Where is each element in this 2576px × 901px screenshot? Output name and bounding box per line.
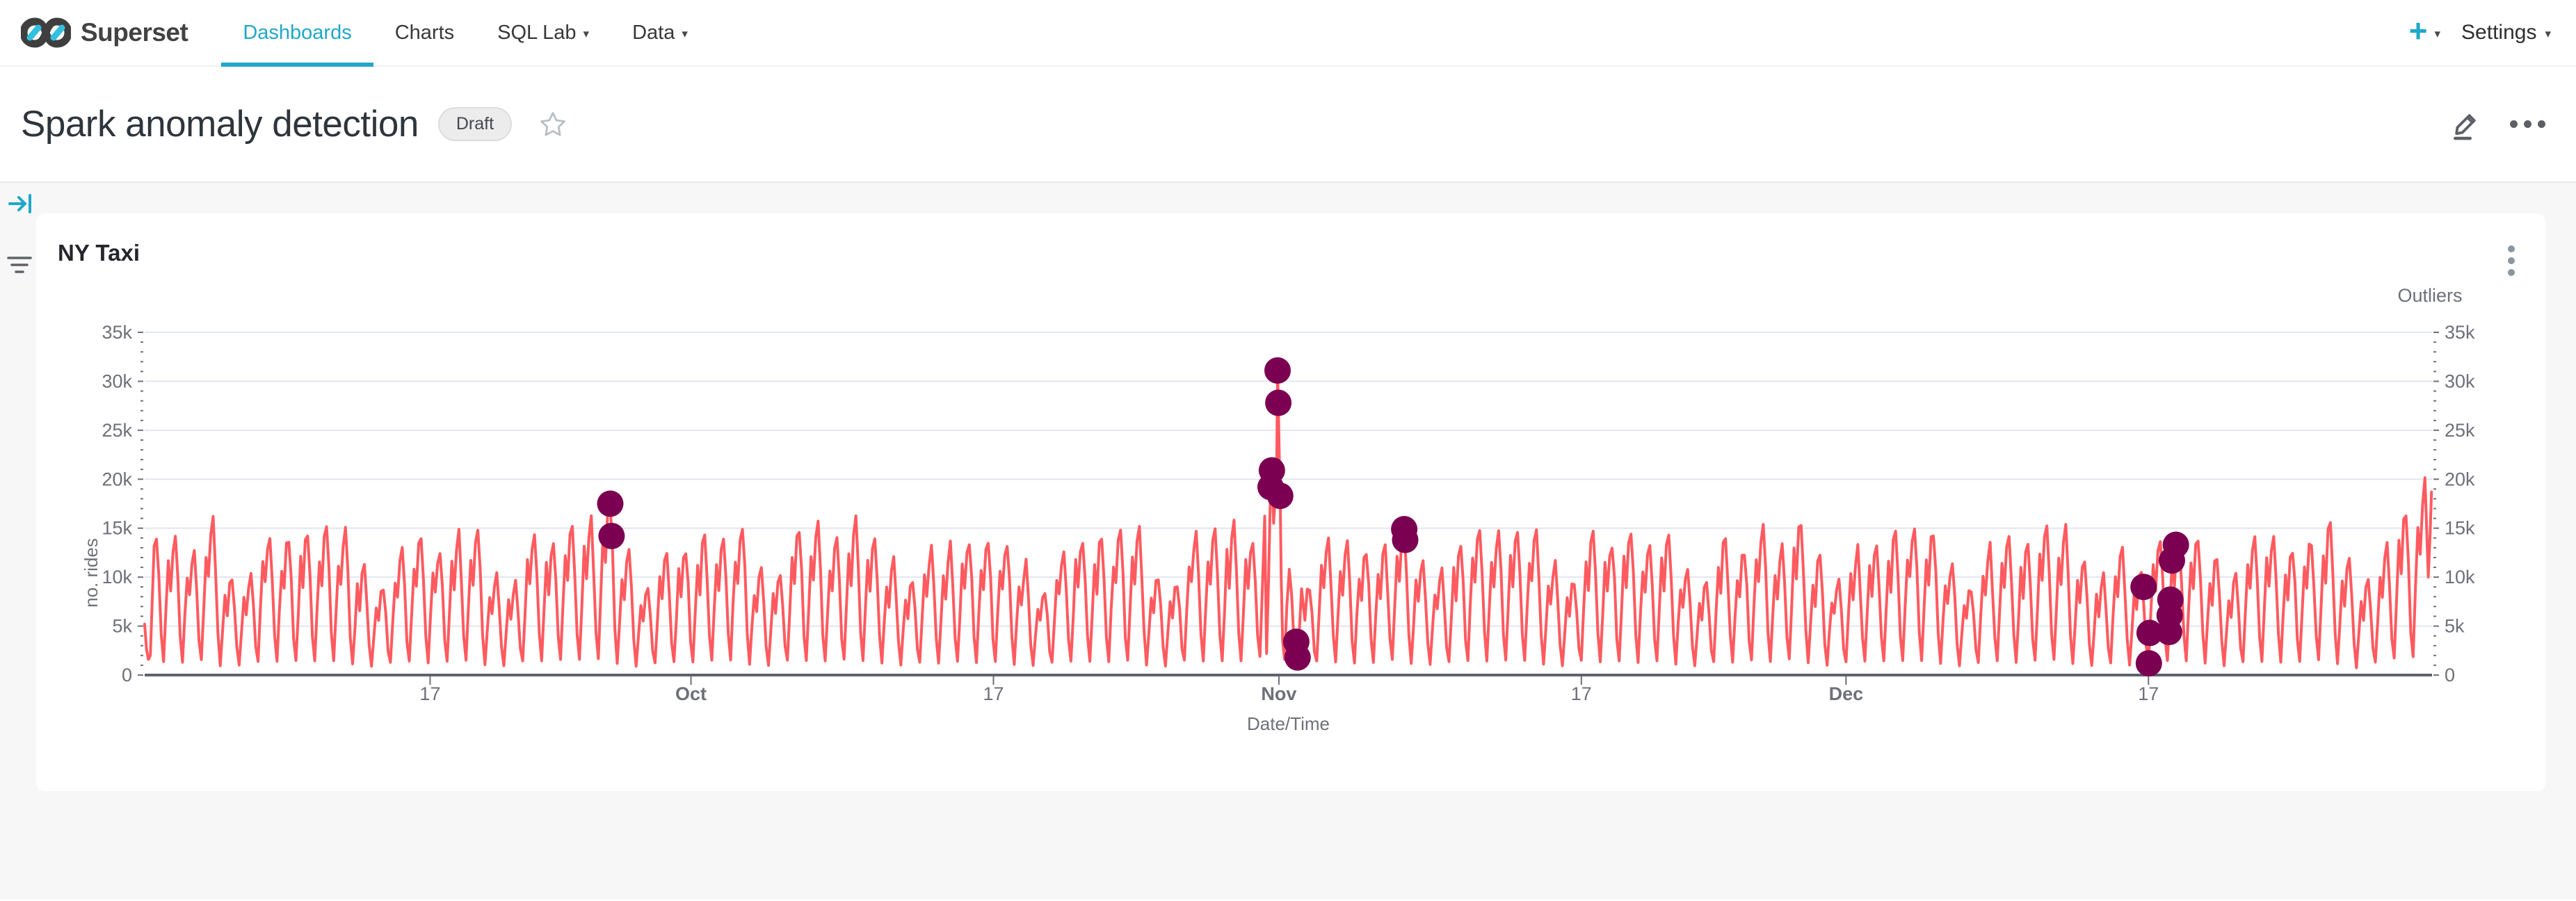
chevron-down-icon: ▾ <box>2545 27 2551 41</box>
svg-text:15k: 15k <box>102 518 132 539</box>
chevron-down-icon: ▾ <box>682 27 688 41</box>
outlier-point[interactable] <box>2130 574 2157 600</box>
svg-text:17: 17 <box>983 683 1004 704</box>
nav-item-label: Charts <box>395 22 454 44</box>
favorite-star-button[interactable] <box>538 110 567 139</box>
svg-text:17: 17 <box>1571 683 1592 704</box>
svg-text:17: 17 <box>2138 683 2159 704</box>
pencil-icon <box>2447 106 2484 143</box>
dashboard-header: Spark anomaly detection Draft <box>0 67 2576 183</box>
chart-title: NY Taxi <box>58 240 140 266</box>
plus-icon: + <box>2409 15 2428 47</box>
outlier-point[interactable] <box>1264 357 1291 384</box>
svg-text:30k: 30k <box>102 371 132 391</box>
nav-item-data[interactable]: Data ▾ <box>611 0 709 65</box>
svg-text:Outliers: Outliers <box>2397 285 2462 306</box>
brand-name: Superset <box>81 18 188 47</box>
ellipsis-dot <box>2524 120 2531 128</box>
chevron-down-icon: ▾ <box>583 27 590 41</box>
svg-text:5k: 5k <box>2445 616 2465 637</box>
new-item-button[interactable]: + ▾ <box>2409 17 2440 49</box>
nav-item-dashboards[interactable]: Dashboards <box>221 0 373 65</box>
settings-menu[interactable]: Settings ▾ <box>2453 21 2559 44</box>
kebab-dot <box>2508 245 2515 252</box>
svg-text:10k: 10k <box>2445 567 2475 587</box>
svg-text:Dec: Dec <box>1829 683 1864 704</box>
svg-text:20k: 20k <box>102 469 132 489</box>
svg-text:0: 0 <box>122 665 132 685</box>
ellipsis-dot <box>2510 120 2518 128</box>
chart-card-ny-taxi: NY Taxi 0 0 5k 5k 10k 10k 15k 15k 20k 20k 25k 25k 30… <box>36 213 2545 791</box>
outlier-point[interactable] <box>2157 587 2184 613</box>
outlier-point[interactable] <box>1265 389 1291 416</box>
outlier-point[interactable] <box>2136 650 2162 676</box>
nav-item-label: SQL Lab <box>497 22 576 44</box>
filter-lines-icon <box>4 251 35 279</box>
header-actions <box>2447 106 2576 143</box>
outlier-point[interactable] <box>597 491 623 517</box>
outlier-point[interactable] <box>2163 532 2189 558</box>
ellipsis-dot <box>2538 120 2545 128</box>
svg-text:20k: 20k <box>2445 469 2475 489</box>
outlier-point[interactable] <box>1259 457 1285 484</box>
svg-text:15k: 15k <box>2445 518 2475 539</box>
draft-badge: Draft <box>438 107 512 141</box>
page-title: Spark anomaly detection <box>21 103 419 145</box>
superset-infinity-icon <box>21 16 71 49</box>
svg-text:Oct: Oct <box>675 683 707 704</box>
nav-item-charts[interactable]: Charts <box>373 0 476 65</box>
arrow-to-right-icon <box>7 190 35 218</box>
svg-text:Date/Time: Date/Time <box>1247 713 1330 734</box>
dashboard-body: NY Taxi 0 0 5k 5k 10k 10k 15k 15k 20k 20k 25k 25k 30… <box>0 183 2576 900</box>
svg-text:35k: 35k <box>102 322 132 343</box>
svg-text:25k: 25k <box>102 420 132 441</box>
svg-text:17: 17 <box>419 683 440 704</box>
outlier-point[interactable] <box>1392 527 1418 553</box>
nav-item-label: Dashboards <box>243 22 351 44</box>
superset-logo[interactable]: Superset <box>0 0 221 65</box>
svg-text:Nov: Nov <box>1261 683 1296 704</box>
settings-label: Settings <box>2461 21 2536 44</box>
chart-card-header: NY Taxi <box>36 213 2545 274</box>
svg-text:no. rides: no. rides <box>81 538 102 608</box>
outlier-point[interactable] <box>598 523 625 549</box>
kebab-dot <box>2508 257 2515 264</box>
chevron-down-icon: ▾ <box>2435 27 2441 41</box>
outlier-point[interactable] <box>1285 644 1311 671</box>
top-navbar: Superset Dashboards Charts SQL Lab ▾ Dat… <box>0 0 2576 67</box>
superset-app: Superset Dashboards Charts SQL Lab ▾ Dat… <box>0 0 2576 901</box>
svg-text:10k: 10k <box>102 567 132 587</box>
svg-text:0: 0 <box>2445 665 2455 685</box>
navbar-right: + ▾ Settings ▾ <box>2409 0 2576 65</box>
svg-text:30k: 30k <box>2445 371 2475 391</box>
star-icon <box>538 110 567 139</box>
svg-text:25k: 25k <box>2445 420 2475 441</box>
nav-item-sql-lab[interactable]: SQL Lab ▾ <box>476 0 611 65</box>
more-actions-button[interactable] <box>2510 120 2545 128</box>
filter-bar-collapsed-button[interactable] <box>4 251 35 282</box>
svg-text:35k: 35k <box>2445 322 2475 343</box>
nav-item-label: Data <box>632 22 675 44</box>
nav-menu: Dashboards Charts SQL Lab ▾ Data ▾ <box>221 0 709 65</box>
svg-text:5k: 5k <box>112 616 132 637</box>
outlier-point[interactable] <box>1267 482 1294 509</box>
expand-filter-bar-button[interactable] <box>7 190 35 221</box>
timeseries-chart[interactable]: 0 0 5k 5k 10k 10k 15k 15k 20k 20k 25k 25k 30k 30k 35k 3… <box>36 274 2545 791</box>
edit-dashboard-button[interactable] <box>2447 106 2484 143</box>
